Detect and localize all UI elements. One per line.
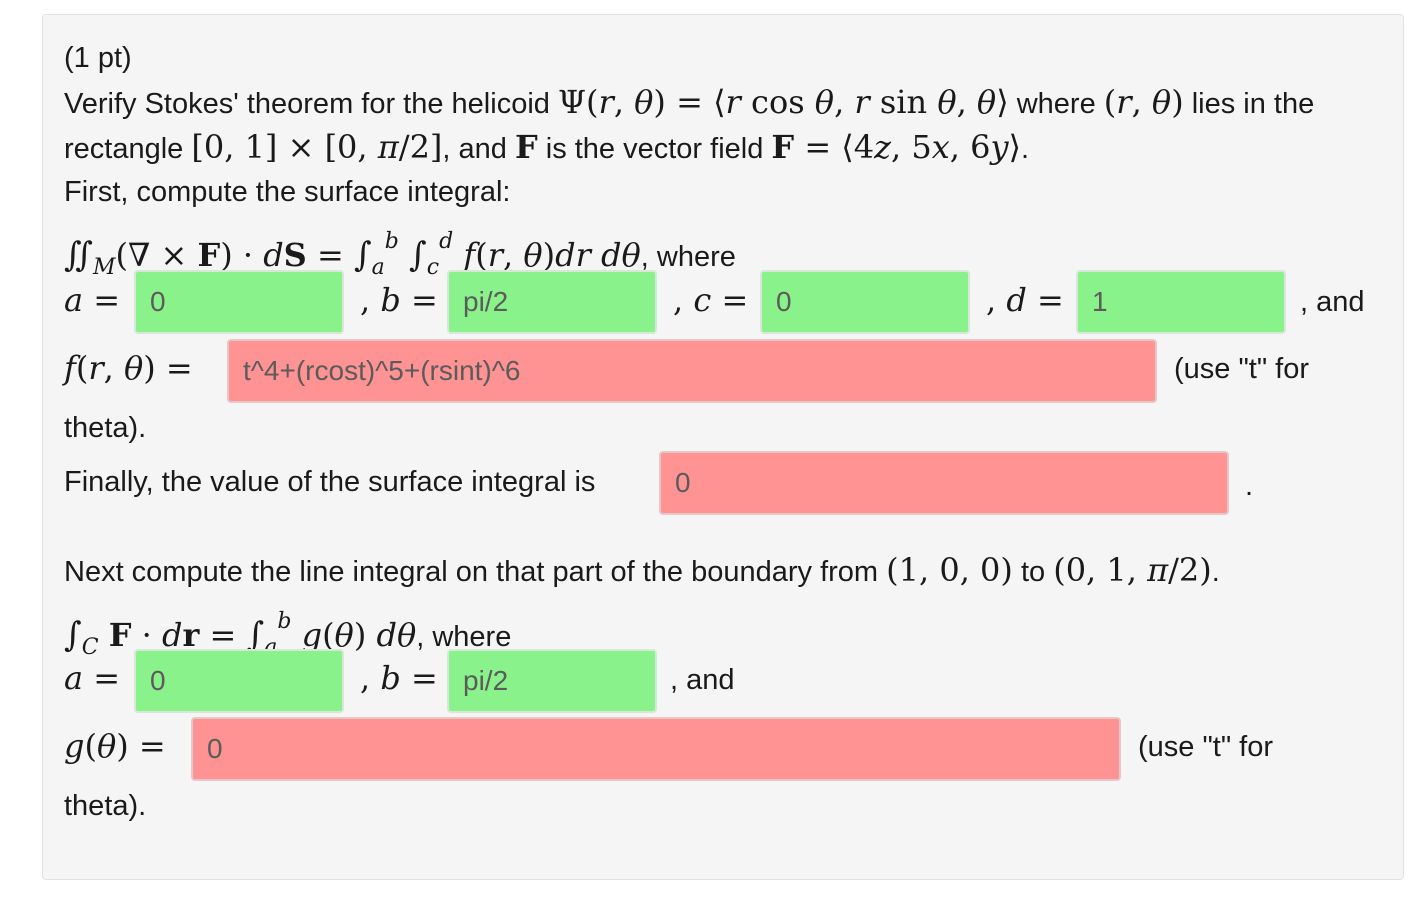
f-input[interactable]: t^4+(rcost)^5+(rsint)^6 bbox=[227, 339, 1157, 403]
start-point-math: (1, 0, 0) bbox=[886, 551, 1013, 589]
a-label-1: a = bbox=[64, 281, 121, 319]
theta-end-1: theta). bbox=[64, 412, 147, 444]
surface-integral-math: ∬M(∇ × F) · dS = ∫ab ∫cd f(r, θ)dr dθ bbox=[64, 229, 641, 280]
problem-line-2: rectangle [0, 1] × [0, π/2], and F is th… bbox=[64, 129, 1029, 167]
rectangle-label: rectangle bbox=[64, 133, 184, 165]
line-b-input[interactable]: pi/2 bbox=[447, 649, 657, 713]
use-t-hint-1: (use "t" for bbox=[1174, 353, 1310, 385]
b-label-1: , b = bbox=[360, 281, 438, 319]
first-compute-label: First, compute the surface integral: bbox=[64, 176, 511, 208]
period-3: . bbox=[1211, 556, 1220, 588]
end-point-math: (0, 1, π/2) bbox=[1053, 551, 1212, 589]
F-symbol: F bbox=[514, 128, 538, 166]
helicoid-formula: Ψ(r, θ) = ⟨r cos θ, r sin θ, θ⟩ bbox=[557, 83, 1009, 121]
a-label-2: a = bbox=[64, 659, 121, 697]
period-1: . bbox=[1021, 133, 1030, 165]
period-2: . bbox=[1245, 470, 1254, 502]
f-label: f(r, θ) = bbox=[64, 349, 193, 387]
surface-a-input[interactable]: 0 bbox=[134, 270, 344, 334]
surface-c-input[interactable]: 0 bbox=[760, 270, 970, 334]
finally-label: Finally, the value of the surface integr… bbox=[64, 466, 596, 498]
and-label: , and bbox=[442, 133, 507, 165]
b-label-2: , b = bbox=[360, 659, 438, 697]
where-comma-1: , where bbox=[640, 241, 736, 273]
and-label-1: , and bbox=[1300, 286, 1365, 318]
c-label: , c = bbox=[673, 281, 749, 319]
intro-text: Verify Stokes' theorem for the helicoid bbox=[64, 88, 550, 120]
to-label: to bbox=[1020, 556, 1046, 588]
problem-line-1: Verify Stokes' theorem for the helicoid … bbox=[64, 84, 1314, 122]
points-label: (1 pt) bbox=[64, 42, 132, 74]
use-t-hint-2: (use "t" for bbox=[1138, 731, 1274, 763]
surface-b-input[interactable]: pi/2 bbox=[447, 270, 657, 334]
surface-integral-input[interactable]: 0 bbox=[659, 451, 1229, 515]
and-label-2: , and bbox=[670, 664, 735, 696]
lies-in-label: lies in the bbox=[1191, 88, 1315, 120]
surface-d-input[interactable]: 1 bbox=[1076, 270, 1286, 334]
line-a-input[interactable]: 0 bbox=[134, 649, 344, 713]
vector-field-math: F = ⟨4z, 5x, 6y⟩ bbox=[771, 128, 1022, 166]
rectangle-math: [0, 1] × [0, π/2] bbox=[191, 128, 443, 166]
r-theta-math: (r, θ) bbox=[1103, 83, 1184, 121]
g-label: g(θ) = bbox=[64, 727, 166, 765]
next-compute-line: Next compute the line integral on that p… bbox=[64, 552, 1220, 590]
next-compute-label: Next compute the line integral on that p… bbox=[64, 556, 879, 588]
vector-field-label: is the vector field bbox=[545, 133, 764, 165]
d-label: , d = bbox=[986, 281, 1064, 319]
g-input[interactable]: 0 bbox=[191, 717, 1121, 781]
theta-end-2: theta). bbox=[64, 790, 147, 822]
where-label: where bbox=[1016, 88, 1096, 120]
